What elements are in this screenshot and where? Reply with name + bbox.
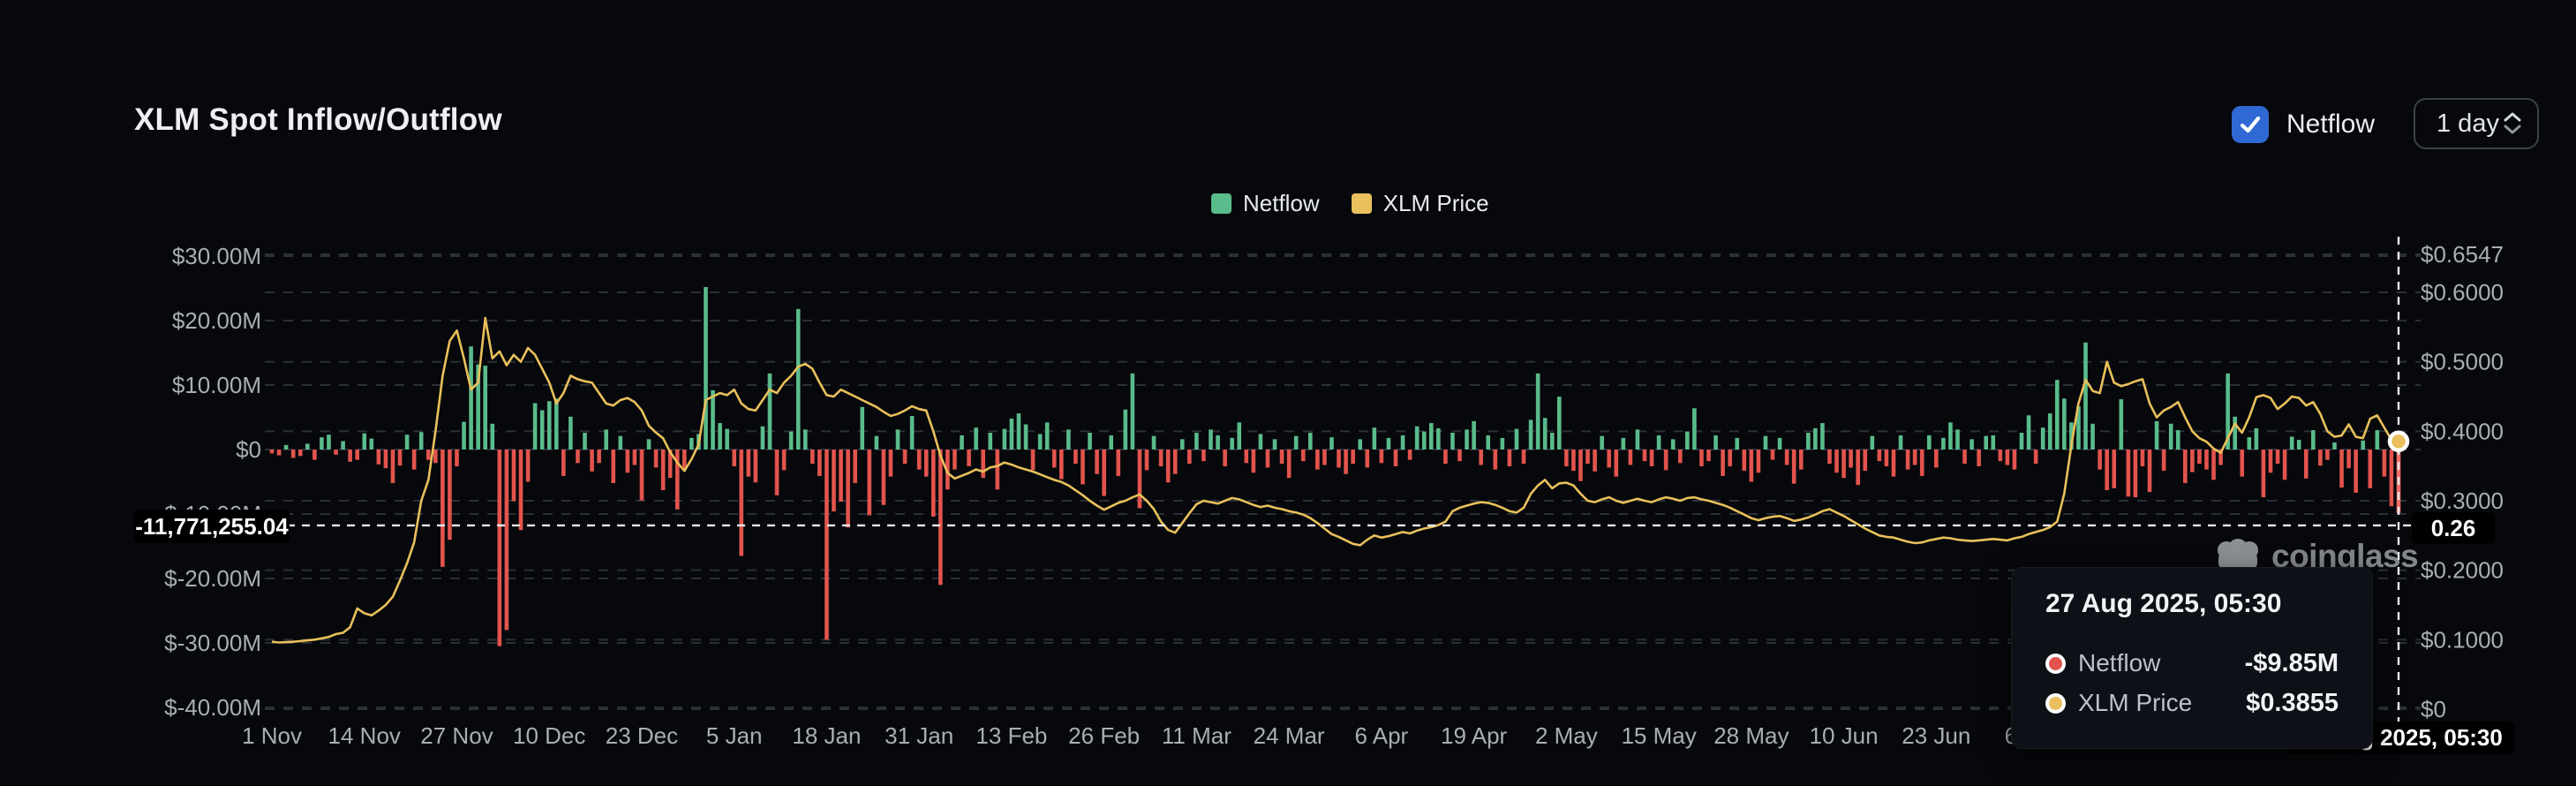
tooltip-label: XLM Price <box>2078 689 2192 717</box>
svg-text:13 Feb: 13 Feb <box>975 722 1047 749</box>
svg-text:$0: $0 <box>236 436 261 463</box>
netflow-dot-icon <box>2045 654 2066 674</box>
crosshair-left-value: -11,771,255.04 <box>134 510 290 543</box>
svg-text:$0.5000: $0.5000 <box>2421 349 2504 375</box>
svg-text:$-40.00M: $-40.00M <box>164 694 261 721</box>
svg-text:1 Nov: 1 Nov <box>242 722 302 749</box>
svg-text:10 Jun: 10 Jun <box>1810 722 1879 749</box>
svg-text:27 Nov: 27 Nov <box>420 722 493 749</box>
svg-text:15 May: 15 May <box>1621 722 1696 749</box>
tooltip-value: -$9.85M <box>2245 649 2339 678</box>
tooltip-value: $0.3855 <box>2246 689 2339 718</box>
svg-text:$0: $0 <box>2421 696 2446 722</box>
svg-text:24 Mar: 24 Mar <box>1254 722 1325 749</box>
svg-text:6 Apr: 6 Apr <box>1355 722 1409 749</box>
svg-text:18 Jan: 18 Jan <box>792 722 861 749</box>
svg-text:31 Jan: 31 Jan <box>885 722 953 749</box>
tooltip-row-netflow: Netflow -$9.85M <box>2045 647 2339 679</box>
svg-text:$0.6000: $0.6000 <box>2421 279 2504 306</box>
tooltip-row-xlm-price: XLM Price $0.3855 <box>2045 687 2339 719</box>
svg-text:$30.00M: $30.00M <box>172 243 261 269</box>
chart-tooltip: 27 Aug 2025, 05:30 Netflow -$9.85M XLM P… <box>2011 567 2373 749</box>
svg-text:10 Dec: 10 Dec <box>513 722 585 749</box>
svg-text:28 May: 28 May <box>1714 722 1789 749</box>
svg-text:$0.3000: $0.3000 <box>2421 487 2504 514</box>
svg-text:$20.00M: $20.00M <box>172 307 261 334</box>
xlm-price-dot-icon <box>2045 693 2066 714</box>
svg-text:5 Jan: 5 Jan <box>706 722 763 749</box>
tooltip-label: Netflow <box>2078 649 2160 677</box>
svg-text:14 Nov: 14 Nov <box>328 722 401 749</box>
svg-text:23 Jun: 23 Jun <box>1902 722 1970 749</box>
tooltip-date: 27 Aug 2025, 05:30 <box>2045 589 2339 619</box>
svg-text:$0.1000: $0.1000 <box>2421 626 2504 653</box>
svg-text:2 May: 2 May <box>1535 722 1598 749</box>
svg-text:23 Dec: 23 Dec <box>606 722 678 749</box>
svg-text:11 Mar: 11 Mar <box>1162 722 1232 749</box>
svg-text:$0.2000: $0.2000 <box>2421 557 2504 584</box>
xlm-spot-inflow-outflow-panel: XLM Spot Inflow/Outflow Netflow 1 day Ne… <box>0 0 2576 786</box>
svg-text:$-20.00M: $-20.00M <box>164 565 261 592</box>
svg-text:19 Apr: 19 Apr <box>1441 722 1508 749</box>
svg-text:$0.6547: $0.6547 <box>2421 241 2504 268</box>
svg-text:$-30.00M: $-30.00M <box>164 630 261 656</box>
svg-text:26 Feb: 26 Feb <box>1068 722 1140 749</box>
svg-text:$10.00M: $10.00M <box>172 372 261 398</box>
svg-text:$0.4000: $0.4000 <box>2421 418 2504 444</box>
crosshair-right-value: 0.26 <box>2412 512 2495 544</box>
